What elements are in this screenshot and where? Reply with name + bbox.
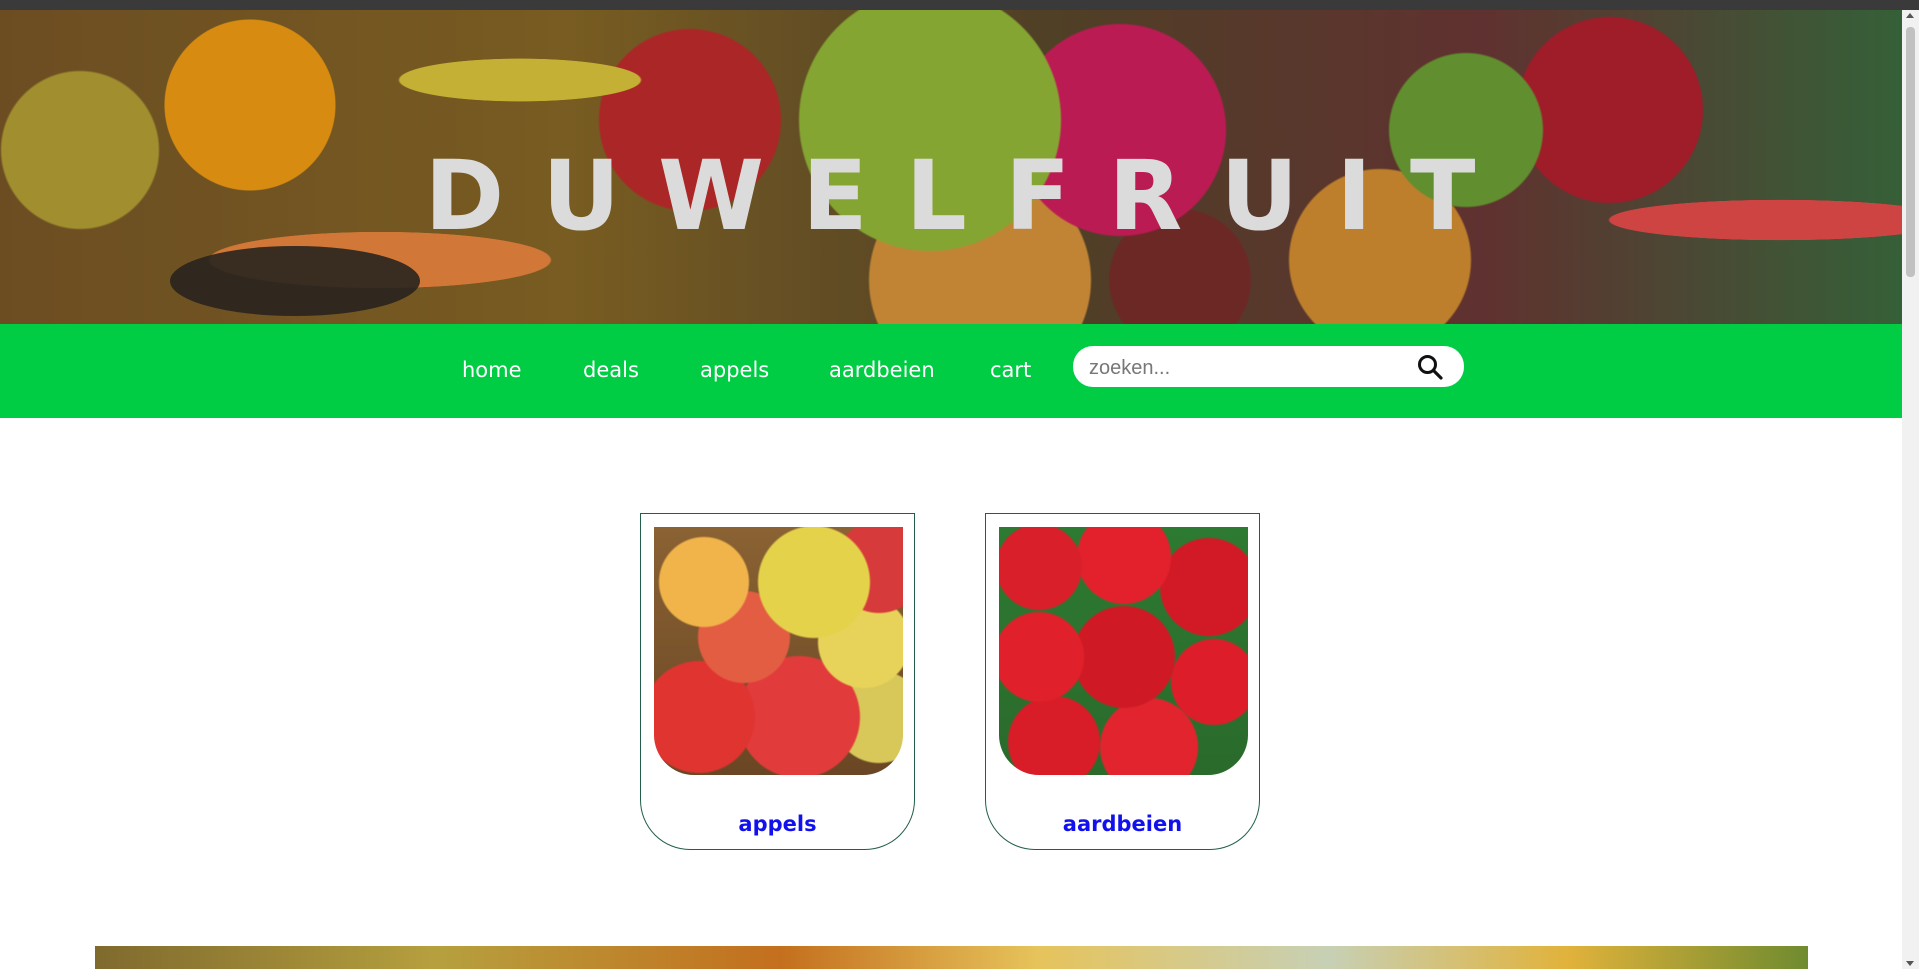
nav-deals[interactable]: deals bbox=[583, 358, 639, 382]
main-navigation: home deals appels aardbeien cart bbox=[0, 324, 1902, 418]
category-label-aardbeien[interactable]: aardbeien bbox=[986, 812, 1259, 836]
search-input[interactable] bbox=[1087, 352, 1411, 384]
category-cards: appels aardbeien bbox=[0, 513, 1902, 853]
nav-aardbeien[interactable]: aardbeien bbox=[829, 358, 935, 382]
search-icon[interactable] bbox=[1417, 354, 1443, 380]
nav-appels[interactable]: appels bbox=[700, 358, 769, 382]
search-bar bbox=[1073, 346, 1464, 387]
category-card-aardbeien[interactable]: aardbeien bbox=[985, 513, 1260, 850]
category-label-appels[interactable]: appels bbox=[641, 812, 914, 836]
hero-banner: DUWELFRUIT bbox=[0, 10, 1902, 324]
scroll-down-arrow-icon[interactable] bbox=[1906, 961, 1914, 966]
nav-cart[interactable]: cart bbox=[990, 358, 1031, 382]
browser-top-strip bbox=[0, 0, 1919, 10]
page-scrollbar[interactable] bbox=[1902, 10, 1919, 969]
scroll-up-arrow-icon[interactable] bbox=[1906, 13, 1914, 18]
site-title: DUWELFRUIT bbox=[424, 140, 1514, 252]
bottom-banner-image bbox=[95, 946, 1808, 969]
papaya-seeds-decoration bbox=[170, 246, 420, 316]
category-card-appels[interactable]: appels bbox=[640, 513, 915, 850]
nav-home[interactable]: home bbox=[462, 358, 522, 382]
strawberries-image[interactable] bbox=[999, 527, 1248, 775]
apples-image[interactable] bbox=[654, 527, 903, 775]
scrollbar-thumb[interactable] bbox=[1906, 27, 1915, 277]
